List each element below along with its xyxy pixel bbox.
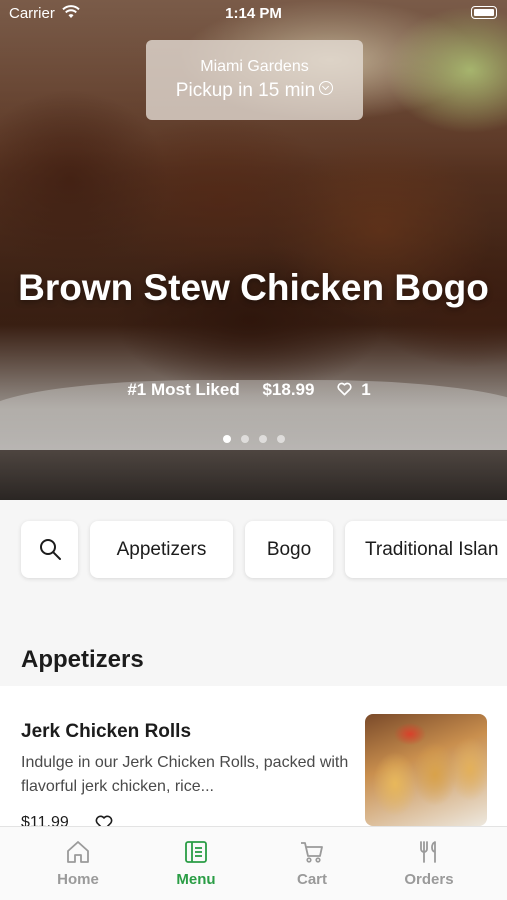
item-description: Indulge in our Jerk Chicken Rolls, packe…: [21, 754, 349, 795]
tab-home-label: Home: [57, 871, 99, 888]
tab-menu-label: Menu: [176, 871, 216, 888]
fork-knife-icon: [420, 841, 436, 863]
category-chip-traditional-island[interactable]: Traditional Islan: [345, 521, 507, 578]
featured-likes[interactable]: 1: [337, 380, 379, 399]
item-price: $11.99: [21, 814, 69, 826]
category-chip-bogo[interactable]: Bogo: [245, 521, 333, 578]
pickup-location: Miami Gardens: [200, 58, 309, 75]
tab-bar: Home Menu Cart Orders: [0, 826, 507, 900]
featured-badge: #1 Most Liked: [127, 380, 240, 399]
search-button[interactable]: [21, 521, 78, 578]
tab-cart-label: Cart: [296, 871, 327, 888]
section-title: Appetizers: [21, 646, 144, 673]
pickup-time: Pickup in 15 min: [146, 80, 363, 102]
featured-hero[interactable]: Carrier 1:14 PM Miami Gardens Pickup in …: [0, 0, 507, 500]
pickup-selector[interactable]: Miami Gardens Pickup in 15 min: [146, 40, 363, 120]
cart-icon: [301, 842, 323, 863]
search-icon: [40, 539, 61, 560]
chevron-down-icon: [319, 81, 334, 95]
tab-menu[interactable]: Menu: [133, 827, 259, 900]
item-photo: [365, 714, 487, 826]
menu-book-icon: [185, 841, 207, 863]
battery-icon: [471, 6, 497, 19]
carousel-dots[interactable]: [0, 430, 507, 448]
menu-item[interactable]: Jerk Chicken Rolls Indulge in our Jerk C…: [0, 686, 507, 826]
featured-meta: #1 Most Liked $18.99 1: [0, 380, 507, 400]
tab-cart[interactable]: Cart: [249, 827, 375, 900]
item-name: Jerk Chicken Rolls: [21, 721, 192, 742]
carousel-dot[interactable]: [258, 435, 267, 443]
featured-likes-count: 1: [361, 380, 371, 399]
carousel-dot[interactable]: [222, 435, 231, 443]
heart-icon[interactable]: [95, 815, 113, 826]
featured-price: $18.99: [262, 380, 315, 399]
home-icon: [67, 841, 89, 863]
featured-title: Brown Stew Chicken Bogo: [18, 267, 489, 308]
carousel-dot[interactable]: [276, 435, 285, 443]
tab-orders-label: Orders: [404, 871, 454, 888]
category-chip-appetizers[interactable]: Appetizers: [90, 521, 233, 578]
pickup-time-label: Pickup in 15 min: [175, 80, 316, 101]
heart-icon: [337, 382, 352, 396]
status-bar: Carrier 1:14 PM: [0, 0, 507, 28]
clock: 1:14 PM: [225, 5, 282, 22]
category-bar: Appetizers Bogo Traditional Islan: [0, 500, 507, 620]
carousel-dot[interactable]: [240, 435, 249, 443]
tab-home[interactable]: Home: [15, 827, 141, 900]
tab-orders[interactable]: Orders: [366, 827, 492, 900]
